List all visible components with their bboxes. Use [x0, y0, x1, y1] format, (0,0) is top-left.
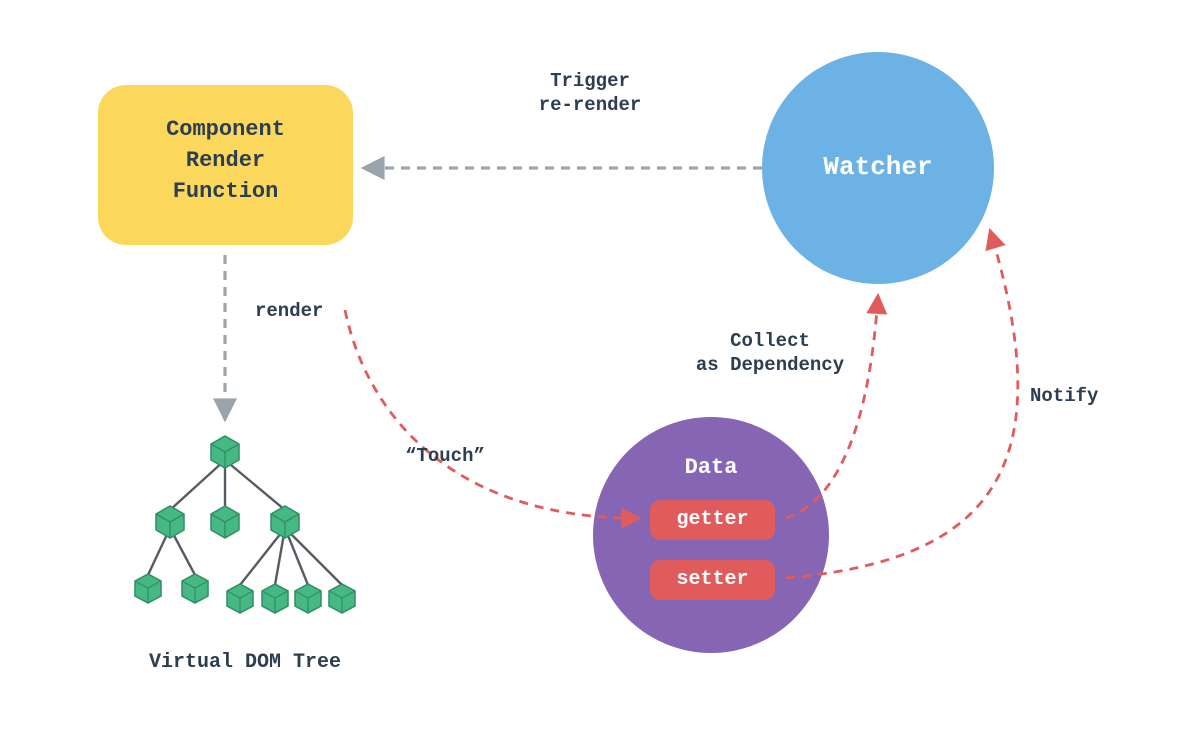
render-function-label: Component Render Function — [98, 115, 353, 207]
data-label: Data — [611, 455, 811, 480]
arrow-touch — [345, 310, 640, 518]
getter-label: getter — [650, 508, 775, 531]
watcher-label: Watcher — [778, 152, 978, 182]
trigger-rerender-label: Trigger re-render — [480, 70, 700, 118]
touch-label: “Touch” — [385, 445, 505, 469]
diagram-canvas: Component Render Function Watcher Data g… — [0, 0, 1200, 750]
notify-label: Notify — [1030, 385, 1150, 409]
vdom-caption: Virtual DOM Tree — [120, 650, 370, 675]
collect-dependency-label: Collect as Dependency — [660, 330, 880, 378]
vdom-tree-icon — [135, 436, 355, 613]
setter-label: setter — [650, 568, 775, 591]
render-label: render — [255, 300, 375, 324]
